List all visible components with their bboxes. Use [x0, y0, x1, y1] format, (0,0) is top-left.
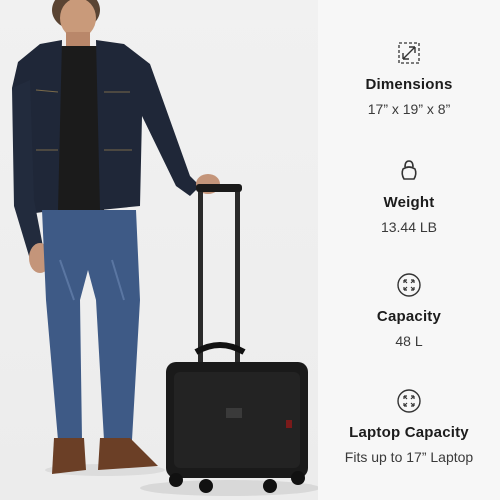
specs-panel: Dimensions 17” x 19” x 8” Weight 13.44 L… — [318, 0, 500, 500]
expand-circle-icon — [397, 389, 421, 413]
spec-value: Fits up to 17” Laptop — [344, 449, 474, 465]
spec-value: 48 L — [395, 333, 423, 349]
man-with-rolling-bag-image — [12, 0, 318, 496]
expand-circle-icon — [397, 273, 421, 297]
resize-arrows-icon — [398, 42, 420, 64]
spec-value: 17” x 19” x 8” — [367, 101, 451, 117]
kettlebell-icon — [401, 160, 417, 180]
spec-label: Laptop Capacity — [349, 424, 469, 441]
spec-label: Capacity — [376, 308, 442, 325]
product-photo — [0, 0, 318, 500]
spec-capacity: Capacity 48 L — [318, 272, 500, 349]
spec-laptop-capacity: Laptop Capacity Fits up to 17” Laptop — [318, 388, 500, 465]
spec-label: Dimensions — [365, 76, 453, 93]
spec-dimensions: Dimensions 17” x 19” x 8” — [318, 40, 500, 117]
spec-value: 13.44 LB — [380, 219, 438, 235]
spec-label: Weight — [383, 194, 435, 211]
spec-weight: Weight 13.44 LB — [318, 158, 500, 235]
